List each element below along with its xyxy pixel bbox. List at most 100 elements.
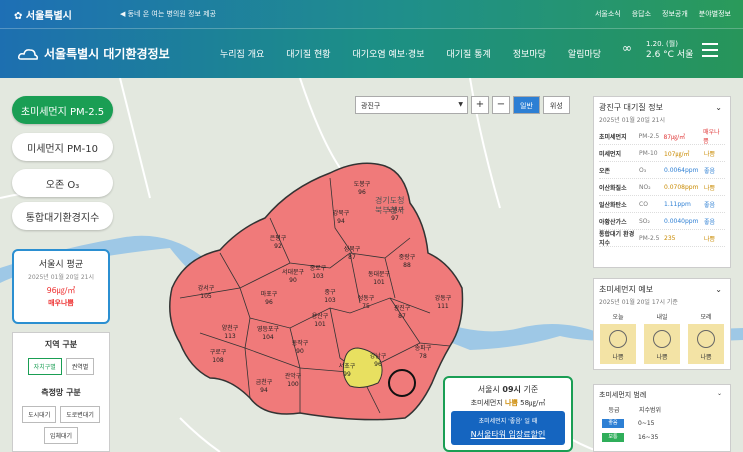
link-news[interactable]: 서울소식	[595, 9, 621, 19]
region-zone-button[interactable]: 권역별	[65, 358, 95, 375]
district-value-label: 99	[343, 371, 351, 378]
hamburger-menu-icon[interactable]	[702, 43, 718, 57]
district-name-label[interactable]: 중랑구	[399, 254, 416, 261]
sad-face-icon	[609, 330, 627, 348]
pollutant-ozone-button[interactable]: 오존 O₃	[12, 169, 113, 197]
district-name-label[interactable]: 종로구	[310, 265, 327, 272]
district-name-label[interactable]: 서대문구	[282, 268, 305, 276]
info-pollutant-grade: 나쁨	[704, 150, 716, 158]
nav-air-status[interactable]: 대기질 현황	[286, 47, 330, 60]
nav-statistics[interactable]: 대기질 통계	[447, 47, 491, 60]
notice-text[interactable]: ◀ 동네 온 여는 병의원 정보 제공	[120, 9, 216, 19]
info-row: 오존 O₃ 0.0064ppm 좋음	[599, 162, 725, 179]
pollutant-pm25-button[interactable]: 초미세먼지 PM-2.5	[12, 96, 113, 124]
district-name-label[interactable]: 양천구	[222, 324, 239, 332]
nav-info[interactable]: 정보마당	[513, 47, 546, 60]
district-select[interactable]: 광진구	[355, 96, 468, 114]
info-pollutant-grade: 나쁨	[704, 184, 716, 192]
network-title: 측정망 구분	[41, 388, 81, 397]
info-pollutant-name: 이산화질소	[599, 184, 627, 192]
map-type-general-button[interactable]: 일반	[513, 96, 540, 114]
district-value-label: 108	[212, 357, 224, 364]
district-name-label[interactable]: 중구	[324, 289, 336, 296]
link-disclosure[interactable]: 정보공개	[662, 9, 688, 19]
info-pollutant-name: 통합대기 환경지수	[599, 231, 635, 247]
district-name-label[interactable]: 도봉구	[354, 180, 371, 188]
forecast-grade: 나쁨	[656, 354, 668, 361]
info-pollutant-name: 아황산가스	[599, 218, 627, 226]
promo-title: 서울시 09시 기준	[477, 385, 539, 394]
district-name-label[interactable]: 동작구	[292, 340, 309, 347]
info-pollutant-grade: 나쁨	[704, 235, 716, 243]
district-value-label: 75	[362, 303, 370, 310]
info-pollutant-value: 1.11ppm	[664, 200, 691, 208]
district-name-label[interactable]: 금천구	[256, 378, 273, 386]
zoom-in-button[interactable]: +	[471, 96, 489, 114]
legend-collapse-icon[interactable]: ⌄	[717, 390, 722, 397]
district-name-label[interactable]: 용산구	[312, 312, 329, 320]
info-pollutant-value: 87㎍/㎥	[663, 133, 686, 141]
info-title: 광진구 대기질 정보	[599, 103, 663, 112]
district-name-label[interactable]: 광진구	[394, 304, 411, 312]
district-name-label[interactable]: 은평구	[270, 234, 287, 242]
pollutant-pm10-button[interactable]: 미세먼지 PM-10	[12, 133, 113, 161]
network-3d-button[interactable]: 입체대기	[43, 427, 79, 444]
district-name-label[interactable]: 마포구	[261, 290, 278, 298]
weather-temp: 2.6 °C 서울	[646, 50, 694, 60]
district-name-label[interactable]: 서초구	[339, 362, 356, 370]
info-pollutant-value: 0.0040ppm	[664, 217, 699, 225]
district-name-label[interactable]: 영등포구	[257, 325, 280, 333]
network-urban-button[interactable]: 도시대기	[22, 406, 57, 423]
forecast-day-label: 내일	[656, 314, 668, 321]
info-pollutant-symbol: CO	[639, 200, 648, 208]
link-field-info[interactable]: 분야별정보	[699, 9, 731, 19]
district-value-label: 101	[373, 279, 385, 286]
seoul-logo[interactable]: ✿ 서울특별시	[14, 7, 72, 22]
legend-col-grade: 등급	[608, 407, 620, 414]
zoom-out-button[interactable]: −	[492, 96, 510, 114]
pollutant-cai-button[interactable]: 통합대기환경지수	[12, 202, 113, 230]
promo-button-label: N서울타워 입장료할인	[470, 430, 546, 439]
district-value-label: 94	[260, 387, 268, 394]
forecast-day-label: 모레	[700, 314, 712, 321]
promo-discount-button[interactable]: 초미세먼지 '좋음' 일 때 N서울타워 입장료할인	[451, 411, 565, 445]
region-title: 지역 구분	[44, 340, 78, 349]
network-roadside-button[interactable]: 도로변대기	[60, 406, 100, 423]
info-collapse-icon[interactable]: ⌄	[715, 103, 722, 112]
main-nav: 누리집 개요 대기질 현황 대기오염 예보·경보 대기질 통계 정보마당 알림마…	[220, 47, 601, 60]
district-name-label[interactable]: 관악구	[285, 372, 302, 380]
nav-overview[interactable]: 누리집 개요	[220, 47, 264, 60]
info-row: 초미세먼지 PM-2.5 87㎍/㎥ 매우나쁨	[599, 128, 725, 145]
district-value-label: 87	[348, 254, 356, 261]
site-logo[interactable]: 서울특별시 대기환경정보	[18, 45, 170, 62]
district-name-label[interactable]: 성동구	[358, 294, 375, 302]
district-value-label: 113	[224, 333, 236, 340]
district-name-label[interactable]: 성북구	[344, 245, 361, 253]
info-row: 이산화질소 NO₂ 0.0708ppm 나쁨	[599, 179, 725, 196]
district-name-label[interactable]: 강북구	[333, 209, 350, 217]
info-row: 미세먼지 PM-10 107㎍/㎥ 나쁨	[599, 145, 725, 162]
region-panel: 지역 구분 자치구별 권역별 측정망 구분 도시대기 도로변대기 입체대기	[12, 332, 110, 452]
info-pollutant-symbol: PM-2.5	[639, 234, 660, 242]
district-name-label[interactable]: 구로구	[210, 349, 227, 356]
district-value-label: 103	[312, 273, 324, 280]
map-type-satellite-button[interactable]: 위성	[542, 96, 570, 114]
region-district-button[interactable]: 자치구별	[27, 358, 62, 375]
district-value-label: 96	[358, 189, 366, 196]
forecast-collapse-icon[interactable]: ⌄	[715, 285, 722, 294]
district-name-label[interactable]: 강남구	[370, 352, 387, 360]
seoul-average-value: 96㎍/㎥	[46, 286, 76, 295]
district-name-label[interactable]: 송파구	[415, 344, 432, 352]
district-name-label[interactable]: 동대문구	[368, 270, 391, 278]
link-response[interactable]: 응답소	[632, 9, 651, 19]
nav-forecast[interactable]: 대기오염 예보·경보	[353, 47, 425, 60]
info-pollutant-name: 미세먼지	[599, 150, 622, 158]
map-label-bukbu: 북부청사	[375, 206, 405, 215]
district-name-label[interactable]: 강서구	[198, 284, 215, 292]
district-name-label[interactable]: 강동구	[435, 294, 452, 302]
info-pollutant-symbol: SO₂	[639, 217, 650, 225]
info-pollutant-symbol: PM-10	[639, 149, 658, 157]
namsan-tower-promo: 서울시 09시 기준 초미세먼지 나쁨 58㎍/㎥ 초미세먼지 '좋음' 일 때…	[443, 376, 573, 452]
nav-notice[interactable]: 알림마당	[568, 47, 601, 60]
forecast-tomorrow: 내일나쁨	[644, 312, 680, 364]
